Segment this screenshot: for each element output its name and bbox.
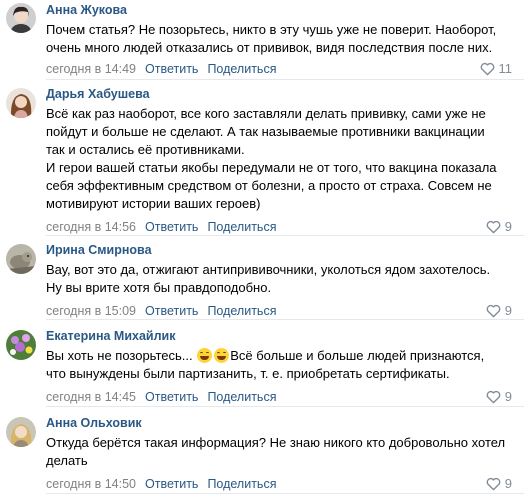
comment-meta: сегодня в 14:49 Ответить Поделиться 11 (46, 60, 516, 78)
comment-text: Вау, вот это да, отжигают антипрививочни… (46, 261, 516, 297)
laughing-tears-emoji-icon (214, 348, 230, 363)
avatar[interactable] (6, 244, 36, 274)
like-button[interactable]: 9 (486, 218, 512, 236)
comment-text-line: Вау, вот это да, отжигают антипрививочни… (46, 262, 491, 277)
share-button[interactable]: Поделиться (207, 62, 276, 76)
comment-text-line: И герои вашей статьи якобы передумали не… (46, 160, 497, 175)
like-button[interactable]: 9 (486, 302, 512, 320)
avatar[interactable] (6, 417, 36, 447)
like-button[interactable]: 11 (480, 60, 513, 78)
comment-author[interactable]: Дарья Хабушева (46, 86, 516, 102)
comment-text-line: Почем статья? Не позорьтесь, никто в эту… (46, 22, 497, 37)
reply-button[interactable]: Ответить (145, 62, 198, 76)
like-count: 11 (498, 61, 513, 76)
avatar[interactable] (6, 3, 36, 33)
comment-text-line: что вынуждены были партизанить, т. е. пр… (46, 366, 450, 381)
like-button[interactable]: 9 (486, 388, 512, 406)
share-button[interactable]: Поделиться (207, 390, 276, 404)
comment-text-line: Откуда берётся такая информация? Не знаю… (46, 435, 506, 450)
comment-text-part: Всё больше и больше людей признаются, (230, 348, 485, 363)
comment-text-line: очень много людей отказались от прививок… (46, 40, 493, 55)
reply-button[interactable]: Ответить (145, 304, 198, 318)
reply-button[interactable]: Ответить (145, 477, 198, 491)
comment-text: Вы хоть не позорьтесь... Всё больше и бо… (46, 347, 516, 383)
like-count: 9 (504, 476, 512, 491)
comment-text-line: себя эффективным средством от болезни, а… (46, 178, 492, 193)
reply-button[interactable]: Ответить (145, 390, 198, 404)
like-count: 9 (504, 219, 512, 234)
laughing-tears-emoji-icon (197, 348, 213, 363)
comment-text: Откуда берётся такая информация? Не знаю… (46, 434, 516, 470)
comment-time[interactable]: сегодня в 14:49 (46, 62, 136, 76)
comment-text-part: Вы хоть не позорьтесь... (46, 348, 197, 363)
like-count: 9 (504, 303, 512, 318)
comment-separator (46, 235, 524, 236)
comment-meta: сегодня в 14:56 Ответить Поделиться 9 (46, 218, 516, 236)
heart-outline-icon (486, 220, 501, 234)
comment-time[interactable]: сегодня в 14:56 (46, 220, 136, 234)
comment-text-line: пойдут и больше не сделают. А так называ… (46, 124, 485, 139)
comment-text: Всё как раз наоборот, все кого заставлял… (46, 105, 516, 213)
comment-separator (46, 319, 524, 320)
reply-button[interactable]: Ответить (145, 220, 198, 234)
heart-outline-icon (486, 390, 501, 404)
comment-time[interactable]: сегодня в 14:50 (46, 477, 136, 491)
comment-text-line: так и остались её противниками. (46, 142, 245, 157)
comment-time[interactable]: сегодня в 15:09 (46, 304, 136, 318)
like-button[interactable]: 9 (486, 475, 512, 493)
share-button[interactable]: Поделиться (207, 220, 276, 234)
comment-separator (46, 79, 524, 80)
comment-time[interactable]: сегодня в 14:45 (46, 390, 136, 404)
avatar[interactable] (6, 88, 36, 118)
comment-text-line: Всё как раз наоборот, все кого заставлял… (46, 106, 486, 121)
comment-author[interactable]: Екатерина Михайлик (46, 328, 516, 344)
comment-author[interactable]: Ирина Смирнова (46, 242, 516, 258)
comment-text-line: делать (46, 453, 88, 468)
comment-author[interactable]: Анна Жукова (46, 2, 516, 18)
comment-meta: сегодня в 14:45 Ответить Поделиться 9 (46, 388, 516, 406)
comment-separator (46, 493, 524, 494)
share-button[interactable]: Поделиться (207, 304, 276, 318)
comment-meta: сегодня в 14:50 Ответить Поделиться 9 (46, 475, 516, 493)
comment-text-line: Вы хоть не позорьтесь... Всё больше и бо… (46, 347, 516, 365)
comment-text-line: мотивируют истории ваших героев) (46, 196, 261, 211)
heart-outline-icon (486, 304, 501, 318)
heart-outline-icon (486, 477, 501, 491)
share-button[interactable]: Поделиться (207, 477, 276, 491)
heart-outline-icon (480, 62, 494, 76)
avatar[interactable] (6, 330, 36, 360)
comment-meta: сегодня в 15:09 Ответить Поделиться 9 (46, 302, 516, 320)
comment-text-line: Ну вы врите хотя бы правдоподобно. (46, 280, 272, 295)
like-count: 9 (504, 389, 512, 404)
comment-separator (46, 406, 524, 407)
comment-text: Почем статья? Не позорьтесь, никто в эту… (46, 21, 516, 57)
comment-author[interactable]: Анна Ольховик (46, 415, 516, 431)
